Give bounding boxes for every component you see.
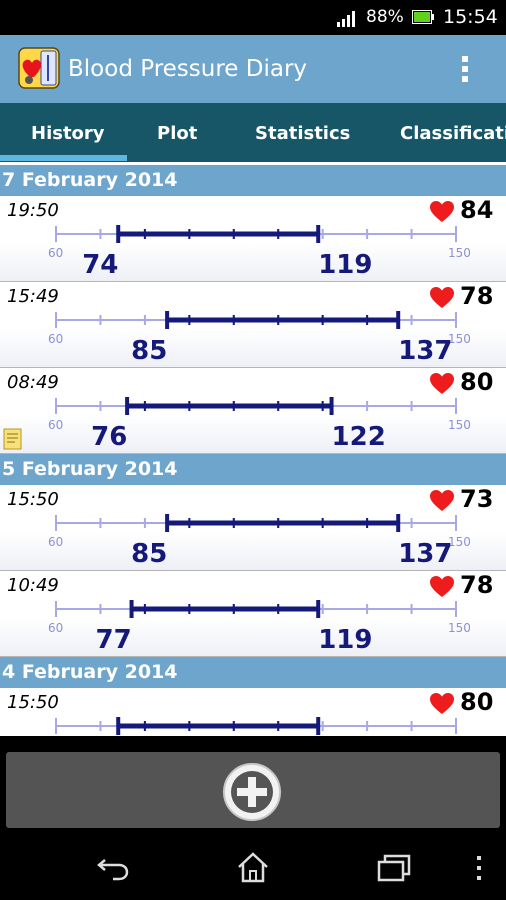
- diastolic-value: 85: [131, 336, 168, 366]
- status-bar: 88% 15:54: [0, 0, 506, 35]
- overflow-menu-icon[interactable]: [458, 53, 472, 85]
- signal-icon: [337, 11, 355, 27]
- menu-icon[interactable]: [474, 855, 484, 881]
- systolic-value: 122: [331, 422, 386, 452]
- date-label: 7 February 2014: [2, 169, 178, 191]
- reading-row[interactable]: 15:50806015074119: [0, 688, 506, 736]
- reading-row[interactable]: 08:49 80 60 150 76 122: [0, 368, 506, 454]
- home-icon[interactable]: [235, 850, 271, 884]
- systolic-value: 137: [398, 539, 453, 569]
- date-header: 4 February 2014: [0, 657, 506, 688]
- date-label: 4 February 2014: [2, 661, 178, 683]
- battery-percent: 88%: [366, 7, 404, 27]
- reading-row[interactable]: 19:50 84 60 150 74 119: [0, 196, 506, 282]
- date-header: 7 February 2014: [0, 165, 506, 196]
- diastolic-value: 76: [91, 422, 128, 452]
- scale-min-label: 60: [48, 418, 64, 432]
- app-title: Blood Pressure Diary: [68, 56, 308, 82]
- tab-bar: History Plot Statistics Classification: [0, 103, 506, 162]
- reading-row[interactable]: 15:49 78 60 150 85 137: [0, 282, 506, 368]
- bp-scale: [55, 717, 457, 735]
- recent-apps-icon[interactable]: [376, 852, 412, 884]
- battery-icon: [412, 10, 434, 24]
- scale-min-label: 60: [48, 621, 64, 635]
- diastolic-value: 74: [82, 250, 119, 280]
- scale-min-label: 60: [48, 535, 64, 549]
- diastolic-value: 77: [95, 625, 132, 655]
- systolic-value: 137: [398, 336, 453, 366]
- bp-scale: [55, 225, 457, 243]
- scale-max-label: 150: [448, 418, 471, 432]
- scale-max-label: 150: [448, 246, 471, 260]
- tab-indicator: [0, 155, 127, 161]
- date-label: 5 February 2014: [2, 458, 178, 480]
- bp-scale: [55, 600, 457, 618]
- reading-row[interactable]: 15:50 73 60 150 85 137: [0, 485, 506, 571]
- scale-min-label: 60: [48, 332, 64, 346]
- tab-classification[interactable]: Classification: [400, 103, 506, 162]
- bp-scale: [55, 397, 457, 415]
- date-header: 5 February 2014: [0, 454, 506, 485]
- tab-plot[interactable]: Plot: [157, 103, 197, 162]
- tab-history[interactable]: History: [31, 103, 105, 162]
- systolic-value: 119: [318, 250, 373, 280]
- tab-statistics[interactable]: Statistics: [255, 103, 350, 162]
- systolic-value: 119: [318, 625, 373, 655]
- add-button[interactable]: [222, 762, 282, 822]
- note-icon[interactable]: [3, 428, 23, 450]
- clock: 15:54: [443, 6, 498, 28]
- app-logo-icon[interactable]: [18, 47, 60, 89]
- reading-row[interactable]: 10:49 78 60 150 77 119: [0, 571, 506, 657]
- scale-min-label: 60: [48, 246, 64, 260]
- history-list[interactable]: 7 February 2014 19:50 84 60 150 74 119 15:49 78 6…: [0, 162, 506, 736]
- back-icon[interactable]: [95, 852, 131, 884]
- scale-max-label: 150: [448, 621, 471, 635]
- diastolic-value: 85: [131, 539, 168, 569]
